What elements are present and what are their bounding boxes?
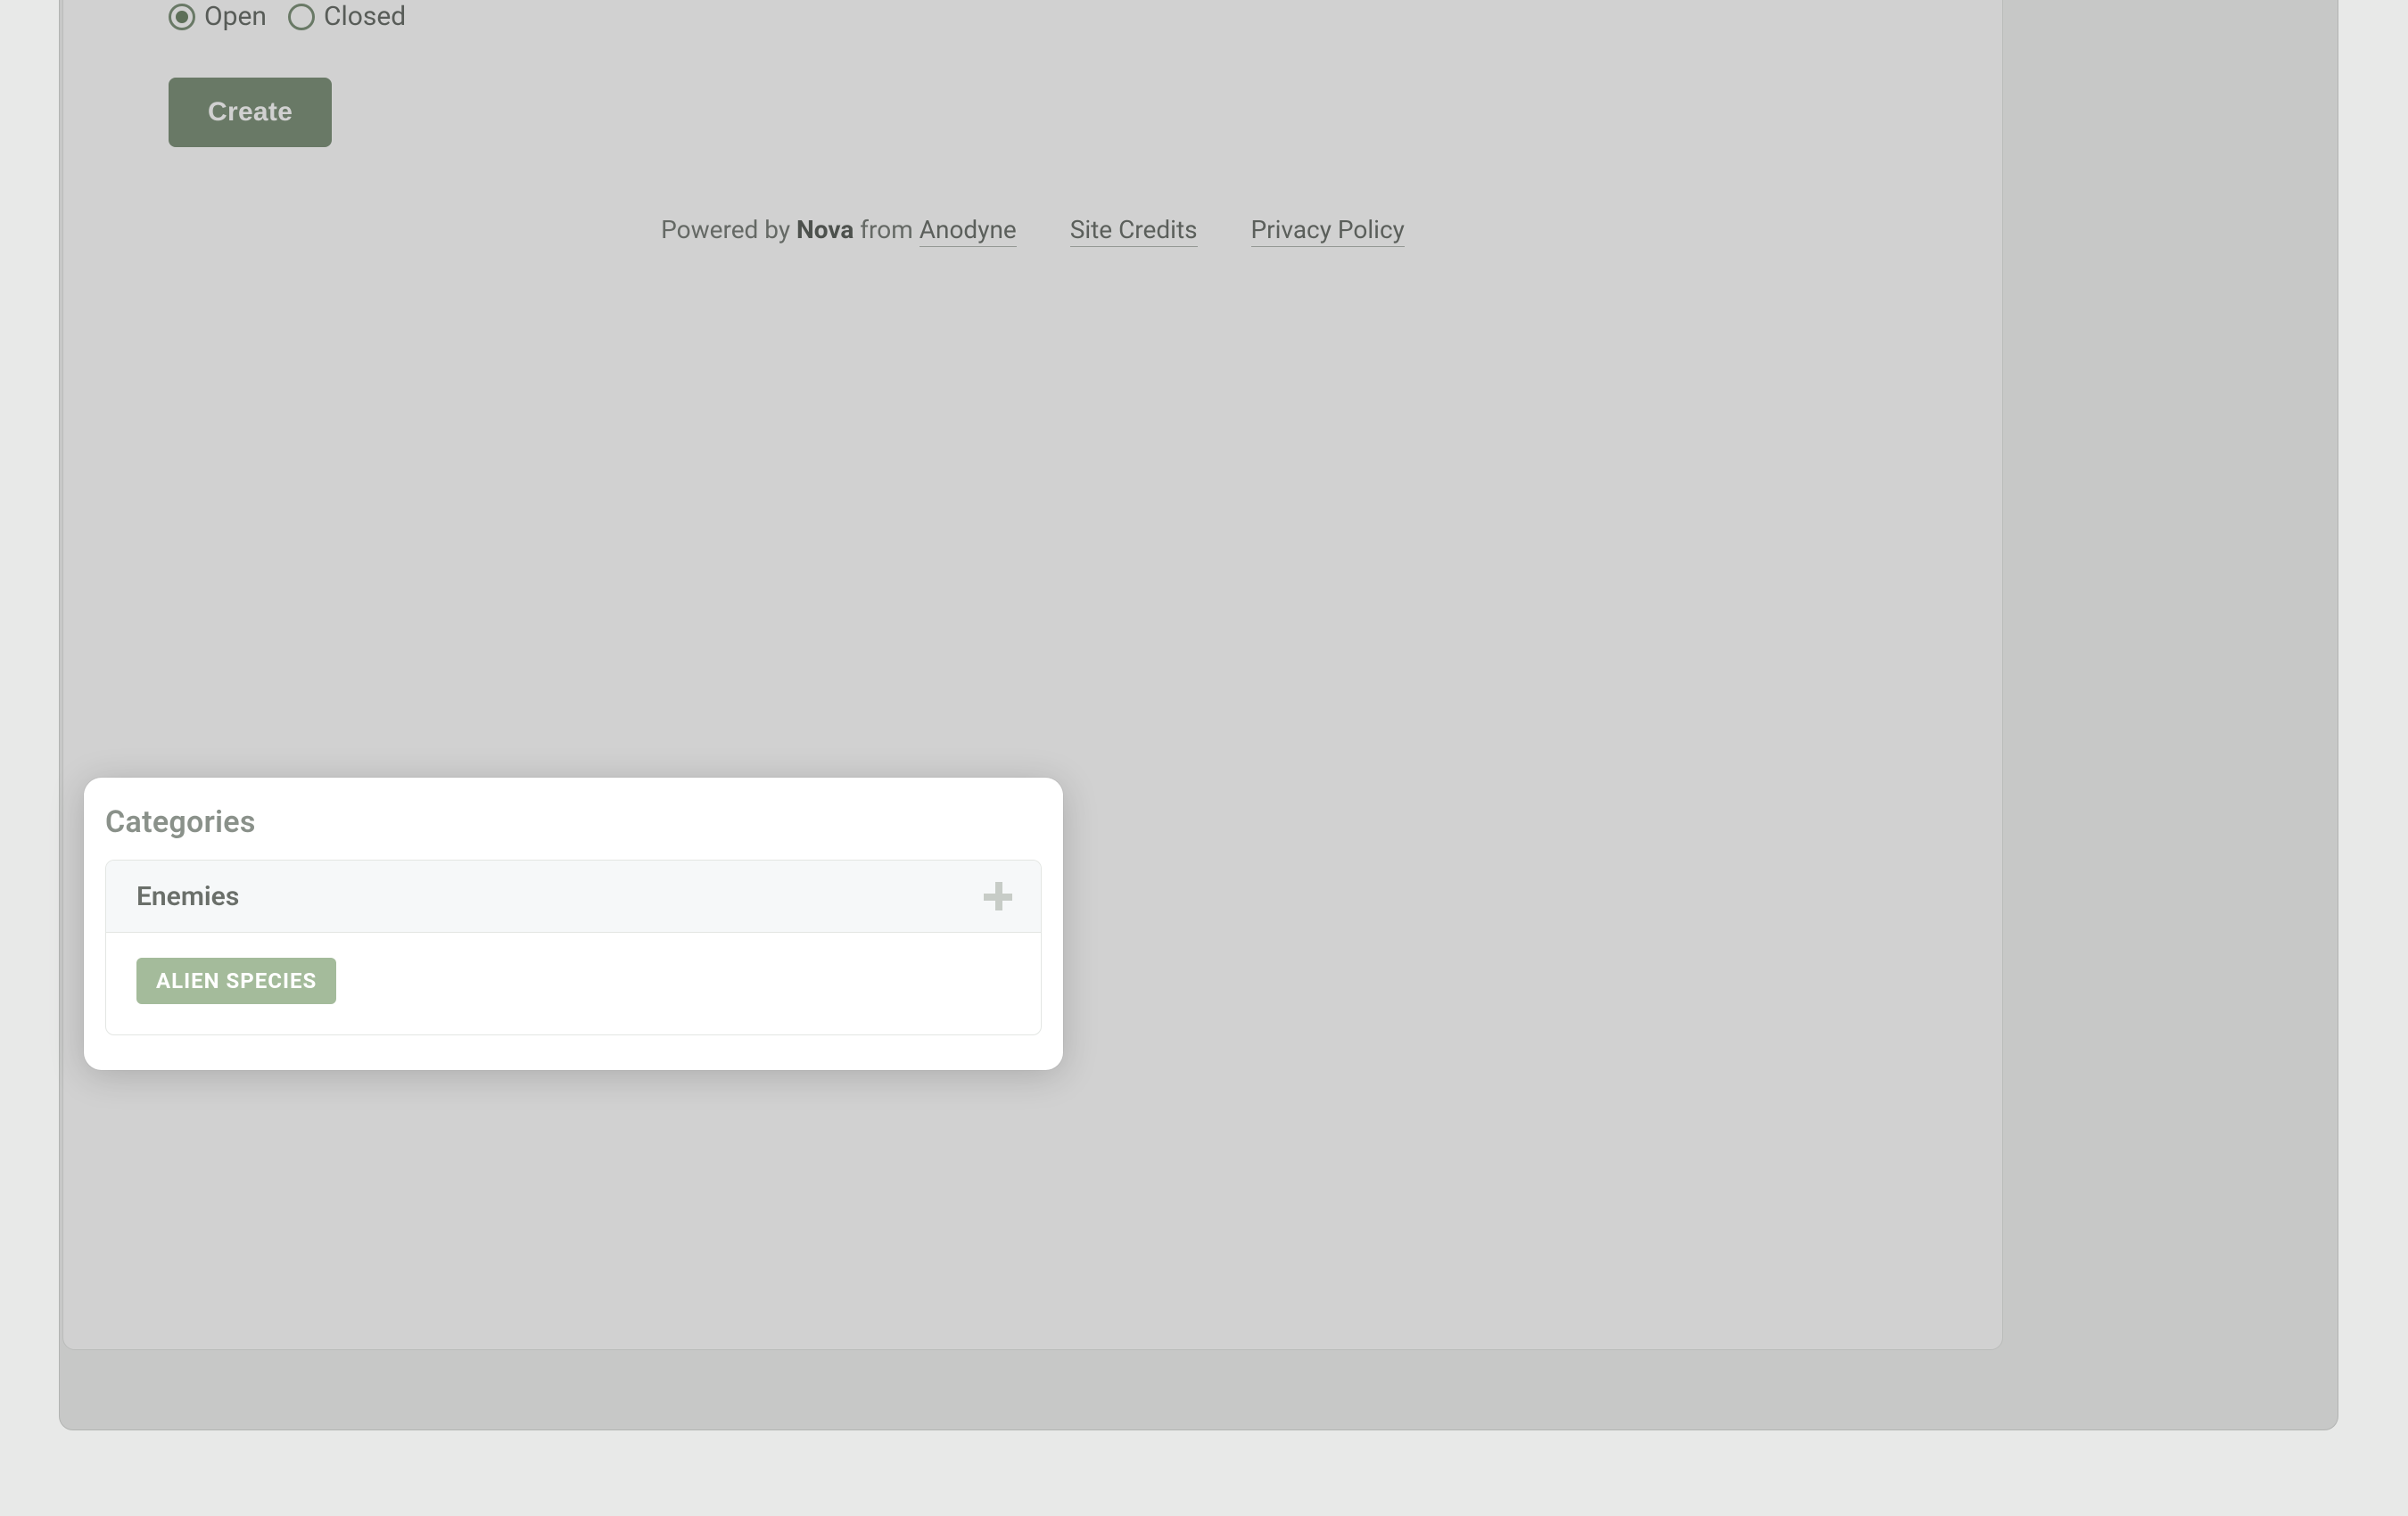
categories-panel: Categories Enemies Alien Species — [84, 778, 1063, 1070]
footer-vendor-link[interactable]: Anodyne — [919, 215, 1017, 247]
comments-closed-label: Closed — [324, 1, 406, 32]
footer-product: Nova — [796, 215, 854, 244]
category-tag[interactable]: Alien Species — [136, 958, 336, 1004]
comments-open-label: Open — [204, 1, 267, 32]
comments-open-radio[interactable] — [169, 4, 195, 30]
comments-radio-group: Open Closed — [169, 1, 406, 32]
categories-heading: Categories — [105, 804, 1042, 840]
comments-closed-radio[interactable] — [288, 4, 315, 30]
footer-powered-by: Powered by — [661, 215, 796, 244]
category-group-name: Enemies — [136, 881, 239, 912]
categories-box: Enemies Alien Species — [105, 860, 1042, 1035]
footer-from: from — [854, 215, 919, 244]
category-group-header[interactable]: Enemies — [106, 861, 1041, 933]
footer-privacy-link[interactable]: Privacy Policy — [1251, 215, 1405, 247]
content-card: H1 H2 H3 H4 H5 H6 ¶ B I S 123 — [62, 0, 2003, 1350]
category-tag-list: Alien Species — [106, 933, 1041, 1034]
plus-icon — [980, 878, 1016, 914]
footer: Powered by Nova from Anodyne Site Credit… — [63, 215, 2002, 244]
dimmed-page-overlay: H1 H2 H3 H4 H5 H6 ¶ B I S 123 — [0, 0, 2408, 1516]
outer-frame — [59, 0, 2338, 1430]
add-category-button[interactable] — [980, 878, 1016, 914]
create-button[interactable]: Create — [169, 78, 332, 147]
footer-credits-link[interactable]: Site Credits — [1070, 215, 1198, 247]
